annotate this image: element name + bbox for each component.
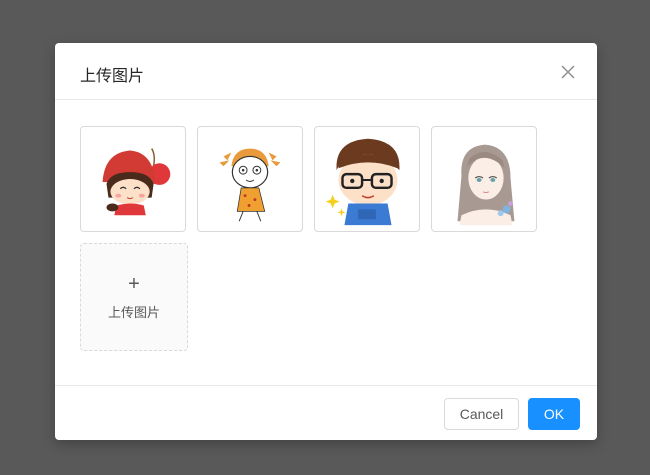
- cherry-girl-image: [102, 148, 171, 216]
- modal-header: 上传图片: [55, 43, 597, 100]
- cancel-button[interactable]: Cancel: [444, 398, 519, 430]
- upload-label: 上传图片: [107, 306, 160, 321]
- plus-icon: +: [128, 273, 140, 295]
- glasses-boy-image: [325, 138, 400, 226]
- image-thumb-glasses-boy[interactable]: [314, 126, 420, 232]
- image-thumb-long-hair-girl[interactable]: [431, 126, 537, 232]
- modal-footer: Cancel OK: [55, 385, 597, 440]
- long-hair-girl-image: [457, 144, 515, 226]
- modal-title: 上传图片: [80, 66, 145, 85]
- image-thumb-cherry-girl[interactable]: [80, 126, 186, 232]
- upload-image-button[interactable]: + 上传图片: [80, 243, 188, 351]
- upload-modal: 上传图片 + 上传图片 Cancel OK: [55, 43, 597, 440]
- image-thumb-pigtail-girl[interactable]: [197, 126, 303, 232]
- ok-button[interactable]: OK: [528, 398, 580, 430]
- pigtail-girl-image: [209, 134, 295, 224]
- close-icon[interactable]: [559, 63, 577, 81]
- image-grid: + 上传图片: [80, 126, 580, 356]
